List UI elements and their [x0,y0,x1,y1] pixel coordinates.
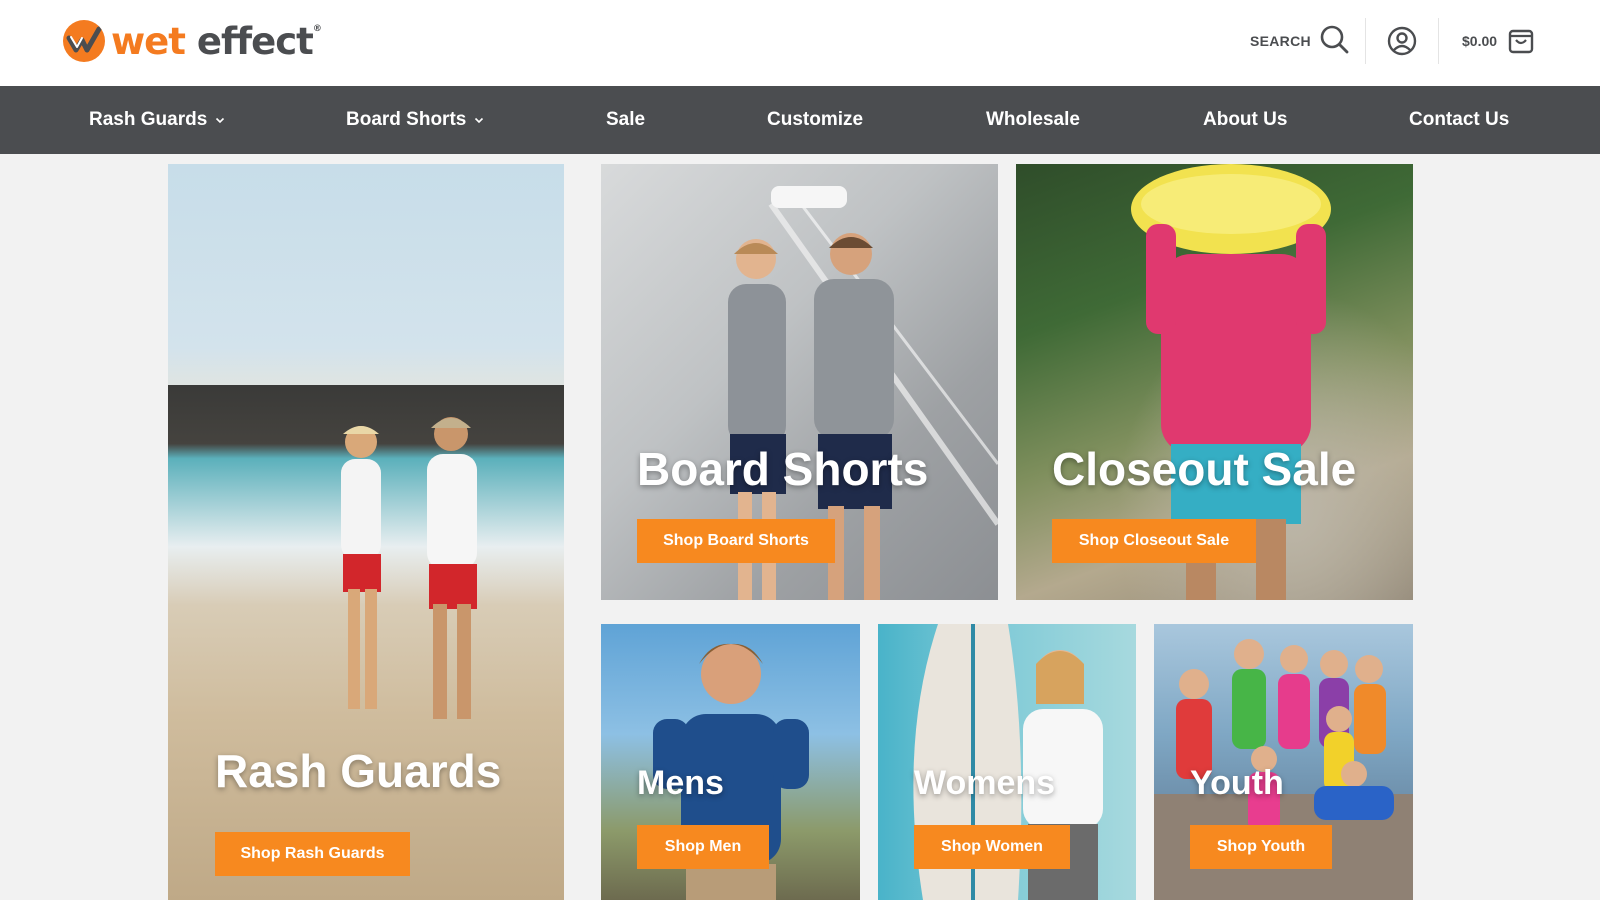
nav-item-label: Board Shorts [346,109,467,130]
user-circle-icon [1386,26,1418,61]
shop-closeout-sale-button[interactable]: Shop Closeout Sale [1052,519,1256,563]
promo-tile-youth[interactable]: Youth Shop Youth [1154,624,1413,900]
brand-name-part1: wet [111,19,186,63]
header-divider [1365,18,1366,64]
promo-tile-board-shorts[interactable]: Board Shorts Shop Board Shorts [601,164,998,600]
cart-total: $0.00 [1462,33,1498,49]
chevron-down-icon [475,117,484,124]
tile-title: Closeout Sale [1052,443,1357,495]
tile-title: Rash Guards [215,745,502,797]
account-button[interactable] [1386,25,1418,57]
nav-item-label: Sale [606,109,646,130]
nav-item-customize[interactable]: Customize [767,86,863,154]
tile-title: Board Shorts [637,443,929,495]
wave-logo-icon [63,20,105,62]
brand-logo[interactable]: wet effect® [63,18,322,64]
shop-women-button[interactable]: Shop Women [914,825,1070,869]
nav-item-contact-us[interactable]: Contact Us [1409,86,1509,154]
promo-tile-closeout-sale[interactable]: Closeout Sale Shop Closeout Sale [1016,164,1413,600]
nav-item-label: Wholesale [986,109,1080,130]
search-icon [1319,24,1349,59]
nav-item-label: Customize [767,109,864,130]
chevron-down-icon [216,117,225,124]
brand-wordmark: wet effect® [111,19,322,63]
nav-item-sale[interactable]: Sale [606,86,645,154]
search-label: SEARCH [1250,33,1311,49]
shop-youth-button[interactable]: Shop Youth [1190,825,1332,869]
nav-item-rash-guards[interactable]: Rash Guards [89,86,225,154]
cart-button[interactable]: $0.00 [1462,24,1535,58]
site-header: wet effect® SEARCH $0.00 [0,0,1600,86]
tile-title: Mens [637,764,724,802]
promo-tile-womens[interactable]: Womens Shop Women [878,624,1136,900]
registered-mark: ® [312,23,322,34]
tile-title: Womens [914,764,1056,802]
brand-name-part2: effect [196,19,314,63]
header-divider [1438,18,1439,64]
shop-board-shorts-button[interactable]: Shop Board Shorts [637,519,835,563]
main-nav: Rash Guards Board Shorts Sale Customize … [0,86,1600,154]
nav-item-label: About Us [1203,109,1288,130]
shopping-bag-icon [1507,24,1535,59]
nav-item-about-us[interactable]: About Us [1203,86,1287,154]
beach-couple-image [303,404,533,734]
nav-item-label: Rash Guards [89,109,208,130]
nav-item-wholesale[interactable]: Wholesale [986,86,1080,154]
shop-rash-guards-button[interactable]: Shop Rash Guards [215,832,410,876]
promo-tile-mens[interactable]: Mens Shop Men [601,624,860,900]
nav-item-label: Contact Us [1409,109,1510,130]
promo-tile-rash-guards[interactable]: Rash Guards Shop Rash Guards [168,164,564,900]
shop-men-button[interactable]: Shop Men [637,825,769,869]
nav-item-board-shorts[interactable]: Board Shorts [346,86,484,154]
search-button[interactable]: SEARCH [1250,24,1349,58]
tile-title: Youth [1190,764,1284,802]
